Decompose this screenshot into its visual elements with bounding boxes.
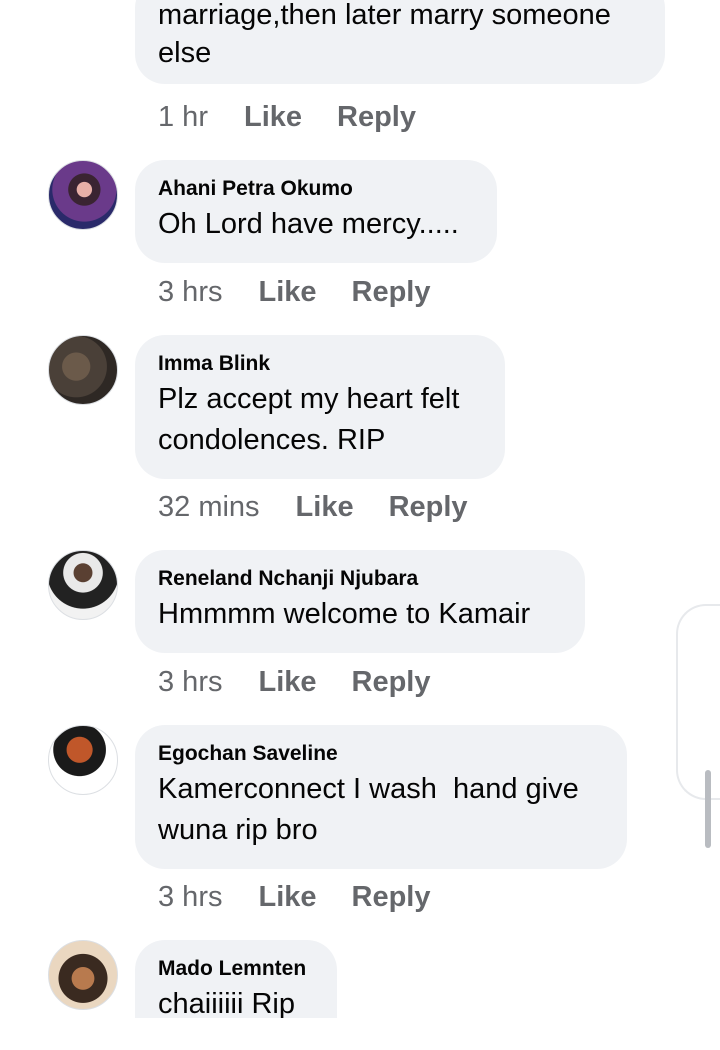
comment-time: 3 hrs <box>158 276 223 308</box>
bottom-cutoff <box>0 1018 720 1050</box>
comment-bubble[interactable]: Egochan Saveline Kamerconnect I wash han… <box>135 725 627 869</box>
avatar[interactable] <box>48 725 118 795</box>
comment-time: 3 hrs <box>158 881 223 913</box>
avatar[interactable] <box>48 335 118 405</box>
comment-author[interactable]: Reneland Nchanji Njubara <box>158 566 561 592</box>
like-button[interactable]: Like <box>258 665 316 699</box>
comment-author[interactable]: Mado Lemnten <box>158 956 313 982</box>
comment-text: marriage,then later marry someone else <box>158 0 611 69</box>
comment-text: Oh Lord have mercy..... <box>158 208 459 240</box>
comment-bubble[interactable]: Imma Blink Plz accept my heart felt cond… <box>135 335 505 479</box>
reply-button[interactable]: Reply <box>389 490 468 524</box>
comment-actions: 3 hrs Like Reply <box>158 880 466 914</box>
reply-button[interactable]: Reply <box>352 665 431 699</box>
like-button[interactable]: Like <box>296 490 354 524</box>
comment-bubble[interactable]: marriage,then later marry someone else <box>135 0 665 84</box>
comment-actions: 32 mins Like Reply <box>158 490 503 524</box>
comment-time: 3 hrs <box>158 666 223 698</box>
reply-button[interactable]: Reply <box>352 880 431 914</box>
like-button[interactable]: Like <box>244 100 302 134</box>
reply-button[interactable]: Reply <box>352 275 431 309</box>
avatar[interactable] <box>48 550 118 620</box>
comment-text: Kamerconnect I wash hand give wuna rip b… <box>158 773 579 846</box>
comment-actions: 1 hr Like Reply <box>158 100 451 134</box>
comments-feed: marriage,then later marry someone else 1… <box>0 0 720 1050</box>
avatar[interactable] <box>48 940 118 1010</box>
comment-time: 1 hr <box>158 101 208 133</box>
comment-author[interactable]: Imma Blink <box>158 351 481 377</box>
comment-author[interactable]: Ahani Petra Okumo <box>158 176 473 202</box>
comment-bubble[interactable]: Reneland Nchanji Njubara Hmmmm welcome t… <box>135 550 585 653</box>
comment-bubble[interactable]: Ahani Petra Okumo Oh Lord have mercy....… <box>135 160 497 263</box>
scrollbar[interactable] <box>705 770 711 848</box>
edge-panel-handle[interactable] <box>676 604 720 800</box>
like-button[interactable]: Like <box>258 275 316 309</box>
reply-button[interactable]: Reply <box>337 100 416 134</box>
like-button[interactable]: Like <box>258 880 316 914</box>
avatar[interactable] <box>48 160 118 230</box>
comment-text: Hmmmm welcome to Kamair <box>158 598 531 630</box>
comment-author[interactable]: Egochan Saveline <box>158 741 603 767</box>
comment-actions: 3 hrs Like Reply <box>158 665 466 699</box>
comment-text: Plz accept my heart felt condolences. RI… <box>158 383 460 456</box>
comment-time: 32 mins <box>158 491 260 523</box>
comment-actions: 3 hrs Like Reply <box>158 275 466 309</box>
